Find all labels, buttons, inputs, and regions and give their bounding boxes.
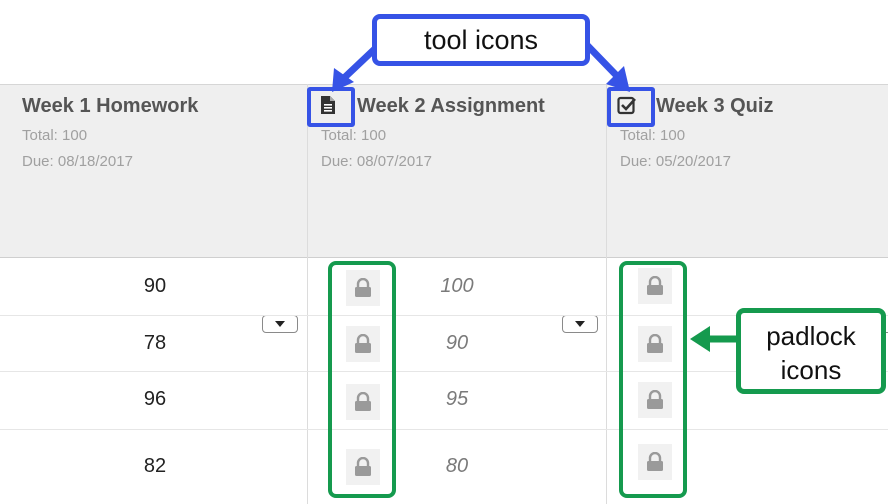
callout-text-line1: padlock <box>766 321 856 351</box>
tool-icons-callout: tool icons <box>372 14 590 66</box>
callout-text: tool icons <box>423 25 539 55</box>
arrow-to-checkbox-icon <box>583 41 630 92</box>
callout-text-line2: icons <box>780 355 842 385</box>
annotation-arrows <box>332 41 738 352</box>
arrow-to-padlocks <box>690 326 738 352</box>
padlock-icons-callout: padlock icons <box>736 308 886 394</box>
